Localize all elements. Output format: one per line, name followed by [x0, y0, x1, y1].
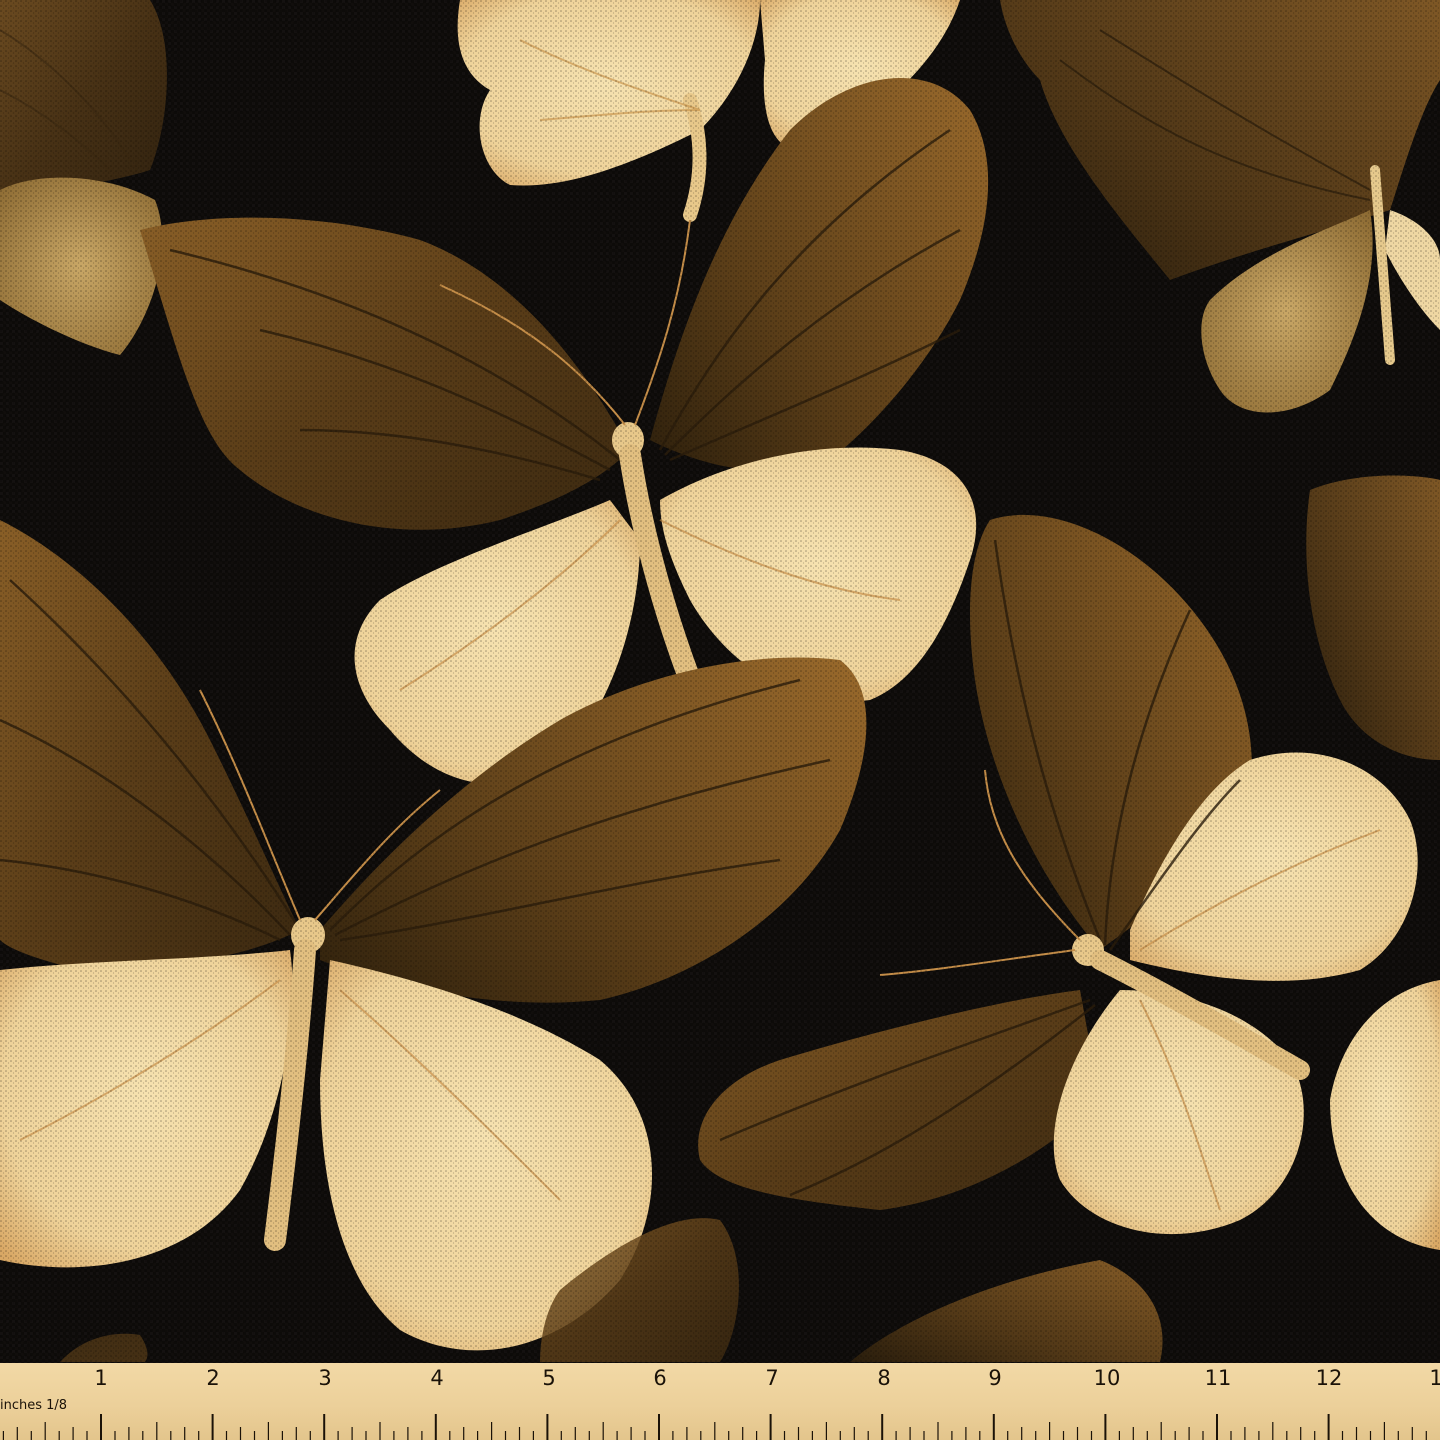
- butterfly-pattern: [0, 0, 1440, 1440]
- ruler-number-8: 8: [877, 1366, 891, 1390]
- ruler-number-13: 1: [1429, 1366, 1440, 1390]
- ruler-caption: inches 1/8: [0, 1398, 68, 1413]
- ruler-number-3: 3: [318, 1366, 332, 1390]
- measuring-ruler: 1 2 3 4 5 6 7 8 9 10 11 12 1 inches 1/8: [0, 1363, 1440, 1440]
- ruler-number-2: 2: [206, 1366, 220, 1390]
- ruler-number-7: 7: [765, 1366, 779, 1390]
- ruler-number-11: 11: [1204, 1366, 1232, 1390]
- ruler-number-1: 1: [94, 1366, 108, 1390]
- ruler-number-9: 9: [988, 1366, 1002, 1390]
- ruler-number-10: 10: [1093, 1366, 1121, 1390]
- ruler-number-6: 6: [653, 1366, 667, 1390]
- ruler-number-12: 12: [1315, 1366, 1343, 1390]
- ruler-number-5: 5: [542, 1366, 556, 1390]
- ruler-number-4: 4: [430, 1366, 444, 1390]
- fabric-swatch: 1 2 3 4 5 6 7 8 9 10 11 12 1 inches 1/8: [0, 0, 1440, 1440]
